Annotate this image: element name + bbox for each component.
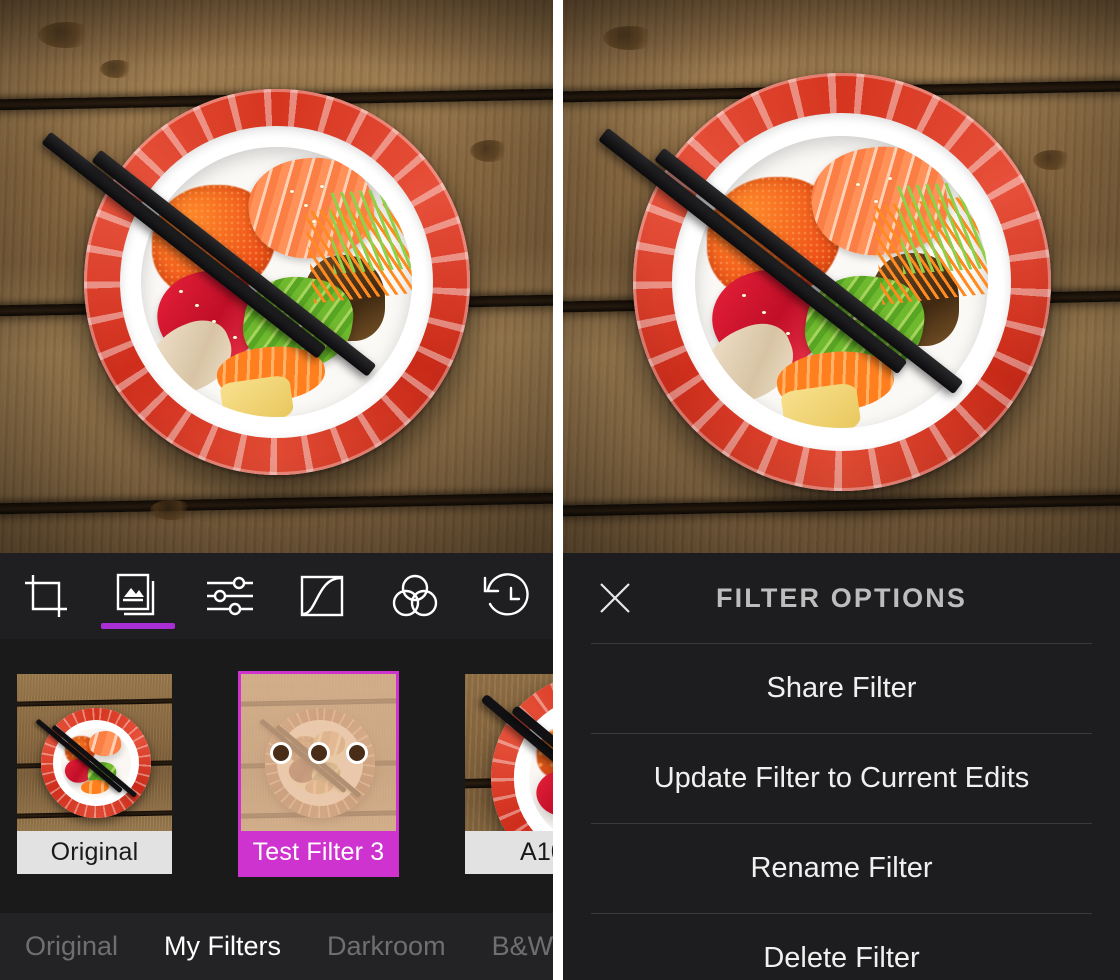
tab-bw[interactable]: B&W — [492, 931, 553, 962]
dot — [269, 741, 292, 764]
photo-vignette — [563, 0, 1120, 553]
filter-options-sheet: FILTER OPTIONS Share Filter Update Filte… — [563, 553, 1120, 980]
filters-stack-icon — [112, 570, 164, 622]
menu-item-label: Delete Filter — [763, 941, 920, 974]
thumbnail-label: Test Filter 3 — [241, 831, 396, 874]
toolbar-item-color-mix[interactable] — [369, 553, 461, 639]
sheet-header: FILTER OPTIONS — [563, 553, 1120, 643]
thumbnail-image — [465, 674, 553, 831]
dot — [307, 741, 330, 764]
filter-thumbnail-strip[interactable]: Original Test Filter 3 A1 — [0, 639, 553, 951]
left-screen-filters-view: Original Test Filter 3 A1 Original My Fi… — [0, 0, 553, 980]
menu-item-share-filter[interactable]: Share Filter — [563, 643, 1120, 733]
menu-item-label: Share Filter — [766, 671, 917, 704]
toolbar-item-crop[interactable] — [0, 553, 92, 639]
active-indicator — [101, 623, 176, 629]
toolbar-item-filters[interactable] — [92, 553, 184, 639]
menu-item-rename-filter[interactable]: Rename Filter — [563, 823, 1120, 913]
toolbar-item-adjust[interactable] — [184, 553, 276, 639]
tab-original[interactable]: Original — [25, 931, 118, 962]
toolbar-item-history[interactable] — [461, 553, 553, 639]
tab-my-filters[interactable]: My Filters — [164, 931, 281, 962]
history-revert-icon — [481, 570, 533, 622]
menu-item-label: Update Filter to Current Edits — [653, 761, 1030, 794]
toolbar-item-curves[interactable] — [277, 553, 369, 639]
tab-darkroom[interactable]: Darkroom — [327, 931, 446, 962]
dual-screenshot-comparison: Original Test Filter 3 A1 Original My Fi… — [0, 0, 1120, 980]
thumbnail-label: A10 — [465, 831, 553, 874]
three-dots-icon[interactable] — [241, 674, 396, 831]
filter-category-tabs[interactable]: Original My Filters Darkroom B&W X — [0, 913, 553, 980]
photo-vignette — [0, 0, 553, 553]
menu-item-delete-filter[interactable]: Delete Filter — [563, 913, 1120, 980]
photo-preview-left[interactable] — [0, 0, 553, 553]
sheet-title: FILTER OPTIONS — [716, 582, 967, 613]
filter-thumbnail-a10[interactable]: A10 — [465, 674, 553, 874]
menu-item-update-filter[interactable]: Update Filter to Current Edits — [563, 733, 1120, 823]
thumbnail-image — [17, 674, 172, 831]
filter-thumbnail-test-filter-3[interactable]: Test Filter 3 — [238, 671, 399, 877]
crop-icon — [20, 570, 72, 622]
close-x-icon[interactable] — [598, 581, 632, 615]
panel-divider — [553, 0, 563, 980]
thumbnail-label: Original — [17, 831, 172, 874]
filter-thumbnail-original[interactable]: Original — [17, 674, 172, 874]
color-mix-icon — [389, 570, 441, 622]
photo-preview-right[interactable] — [563, 0, 1120, 553]
dot — [345, 741, 368, 764]
curves-icon — [297, 570, 349, 622]
right-screen-filter-options-view: FILTER OPTIONS Share Filter Update Filte… — [563, 0, 1120, 980]
editor-toolbar — [0, 553, 553, 639]
adjust-sliders-icon — [204, 570, 256, 622]
menu-item-label: Rename Filter — [750, 851, 933, 884]
